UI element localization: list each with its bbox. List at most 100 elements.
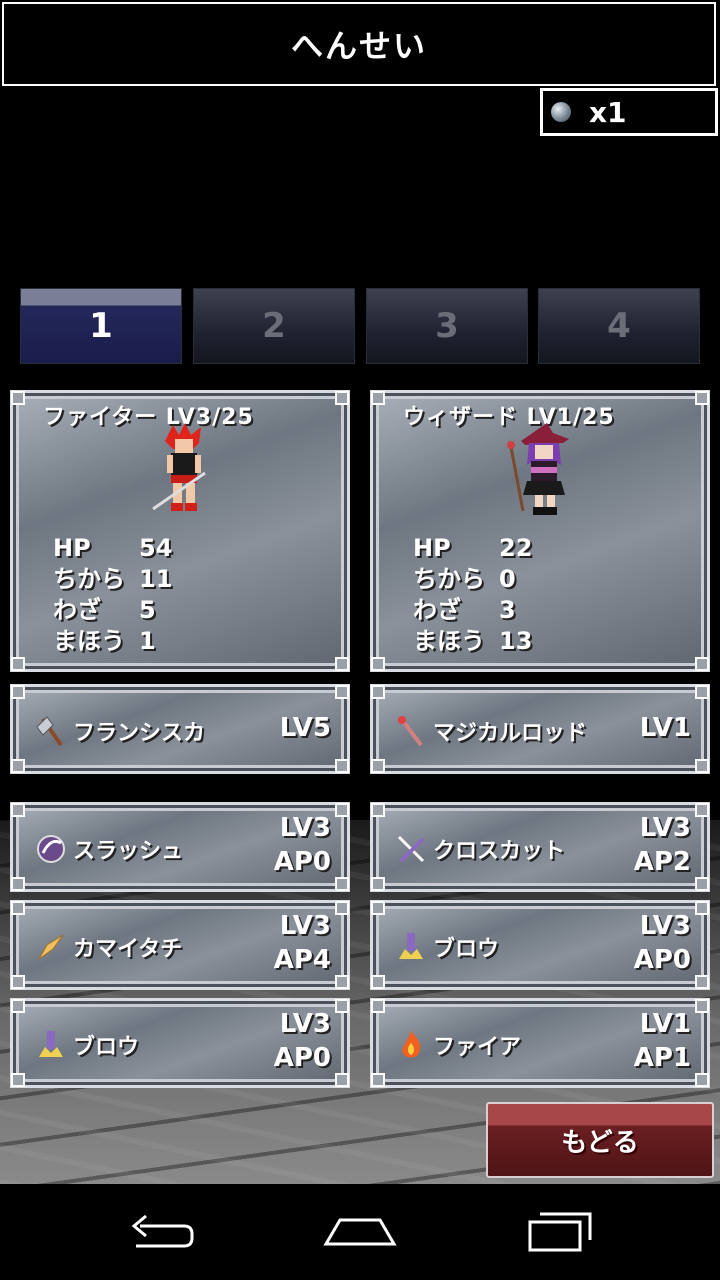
skill-slot-crosscut[interactable]: クロスカット LV3 AP2 bbox=[370, 802, 710, 892]
frame-corner bbox=[335, 975, 349, 989]
stat-label: ちから bbox=[53, 565, 125, 593]
weapon-name: フランシスカ bbox=[73, 721, 206, 746]
gem-count: x1 bbox=[589, 95, 627, 129]
stat-label: HP bbox=[53, 534, 91, 562]
stat-label: まほう bbox=[53, 627, 125, 655]
frame-corner bbox=[695, 803, 709, 817]
stat-label: わざ bbox=[413, 596, 461, 624]
tab-party-4[interactable]: 4 bbox=[538, 288, 700, 364]
skill-ap: AP0 bbox=[273, 1043, 331, 1073]
character-card-wizard[interactable]: ウィザード LV1/25 HP 22 ちから 0 わざ 3 まほう 13 bbox=[370, 390, 710, 672]
title-bar: へんせい bbox=[2, 2, 716, 86]
blow-icon bbox=[399, 933, 423, 959]
frame-corner bbox=[371, 657, 385, 671]
frame-corner bbox=[695, 391, 709, 405]
skill-name: カマイタチ bbox=[73, 937, 183, 962]
party-tabs: 1 2 3 4 bbox=[20, 288, 700, 364]
skill-level: LV3 bbox=[639, 813, 691, 843]
frame-corner bbox=[695, 657, 709, 671]
slash-icon bbox=[37, 835, 65, 863]
stat-label: HP bbox=[413, 534, 451, 562]
character-stats: HP 54 ちから 11 わざ 5 まほう 1 bbox=[53, 533, 172, 657]
skill-slot-fire[interactable]: ファイア LV1 AP1 bbox=[370, 998, 710, 1088]
frame-corner bbox=[11, 901, 25, 915]
weapon-slot-fighter[interactable]: フランシスカ LV5 bbox=[10, 684, 350, 774]
frame-corner bbox=[11, 391, 25, 405]
frame-corner bbox=[335, 759, 349, 773]
frame-corner bbox=[335, 685, 349, 699]
weapon-slot-wizard[interactable]: マジカルロッド LV1 bbox=[370, 684, 710, 774]
weapon-level: LV5 bbox=[279, 713, 331, 743]
frame-corner bbox=[371, 877, 385, 891]
rod-icon bbox=[398, 716, 423, 747]
frame-corner bbox=[335, 877, 349, 891]
frame-corner bbox=[371, 999, 385, 1013]
frame-corner bbox=[695, 685, 709, 699]
stat-value: 54 bbox=[139, 534, 173, 562]
frame-corner bbox=[11, 657, 25, 671]
frame-corner bbox=[371, 975, 385, 989]
home-icon[interactable] bbox=[320, 1204, 400, 1260]
skill-level: LV1 bbox=[639, 1009, 691, 1039]
gem-icon bbox=[551, 102, 571, 122]
frame-corner bbox=[11, 999, 25, 1013]
frame-corner bbox=[695, 877, 709, 891]
wind-blade-icon bbox=[38, 934, 64, 960]
skill-slot-kamaitachi[interactable]: カマイタチ LV3 AP4 bbox=[10, 900, 350, 990]
frame-corner bbox=[335, 391, 349, 405]
stat-value: 11 bbox=[139, 565, 173, 593]
character-stats: HP 22 ちから 0 わざ 3 まほう 13 bbox=[413, 533, 532, 657]
skill-ap: AP1 bbox=[633, 1043, 691, 1073]
skill-slot-blow-2[interactable]: ブロウ LV3 AP0 bbox=[370, 900, 710, 990]
frame-corner bbox=[371, 685, 385, 699]
skill-level: LV3 bbox=[279, 813, 331, 843]
stat-value: 5 bbox=[139, 596, 156, 624]
frame-corner bbox=[11, 877, 25, 891]
frame-corner bbox=[335, 1073, 349, 1087]
fire-icon bbox=[402, 1031, 421, 1058]
cross-cut-icon bbox=[397, 835, 425, 863]
frame-corner bbox=[11, 1073, 25, 1087]
stat-value: 1 bbox=[139, 627, 156, 655]
stat-value: 0 bbox=[499, 565, 516, 593]
tab-party-2[interactable]: 2 bbox=[193, 288, 355, 364]
skill-name: ファイア bbox=[433, 1035, 522, 1060]
skill-ap: AP2 bbox=[633, 847, 691, 877]
skill-slot-slash[interactable]: スラッシュ LV3 AP0 bbox=[10, 802, 350, 892]
frame-corner bbox=[371, 759, 385, 773]
stat-label: まほう bbox=[413, 627, 485, 655]
fighter-sprite bbox=[152, 423, 206, 511]
frame-corner bbox=[695, 901, 709, 915]
frame-corner bbox=[335, 803, 349, 817]
frame-corner bbox=[695, 759, 709, 773]
stat-value: 22 bbox=[499, 534, 533, 562]
axe-icon bbox=[36, 716, 63, 747]
android-nav-bar bbox=[0, 1184, 720, 1280]
character-card-fighter[interactable]: ファイター LV3/25 HP 54 ちから 11 わざ 5 まほう 1 bbox=[10, 390, 350, 672]
skill-ap: AP0 bbox=[273, 847, 331, 877]
wizard-sprite bbox=[507, 423, 569, 515]
frame-corner bbox=[11, 975, 25, 989]
frame-corner bbox=[695, 1073, 709, 1087]
frame-corner bbox=[335, 999, 349, 1013]
tab-party-3[interactable]: 3 bbox=[366, 288, 528, 364]
skill-ap: AP4 bbox=[273, 945, 331, 975]
frame-corner bbox=[335, 901, 349, 915]
tab-party-1[interactable]: 1 bbox=[20, 288, 182, 364]
frame-corner bbox=[371, 391, 385, 405]
blow-icon bbox=[39, 1031, 63, 1057]
frame-corner bbox=[371, 901, 385, 915]
weapon-level: LV1 bbox=[639, 713, 691, 743]
stat-value: 13 bbox=[499, 627, 533, 655]
page-title: へんせい bbox=[290, 27, 427, 65]
skill-level: LV3 bbox=[279, 1009, 331, 1039]
stat-label: ちから bbox=[413, 565, 485, 593]
back-button[interactable]: もどる bbox=[486, 1102, 714, 1178]
skill-level: LV3 bbox=[279, 911, 331, 941]
back-icon[interactable] bbox=[120, 1204, 200, 1260]
stat-label: わざ bbox=[53, 596, 101, 624]
recents-icon[interactable] bbox=[520, 1204, 600, 1260]
skill-slot-blow[interactable]: ブロウ LV3 AP0 bbox=[10, 998, 350, 1088]
frame-corner bbox=[695, 975, 709, 989]
frame-corner bbox=[371, 803, 385, 817]
